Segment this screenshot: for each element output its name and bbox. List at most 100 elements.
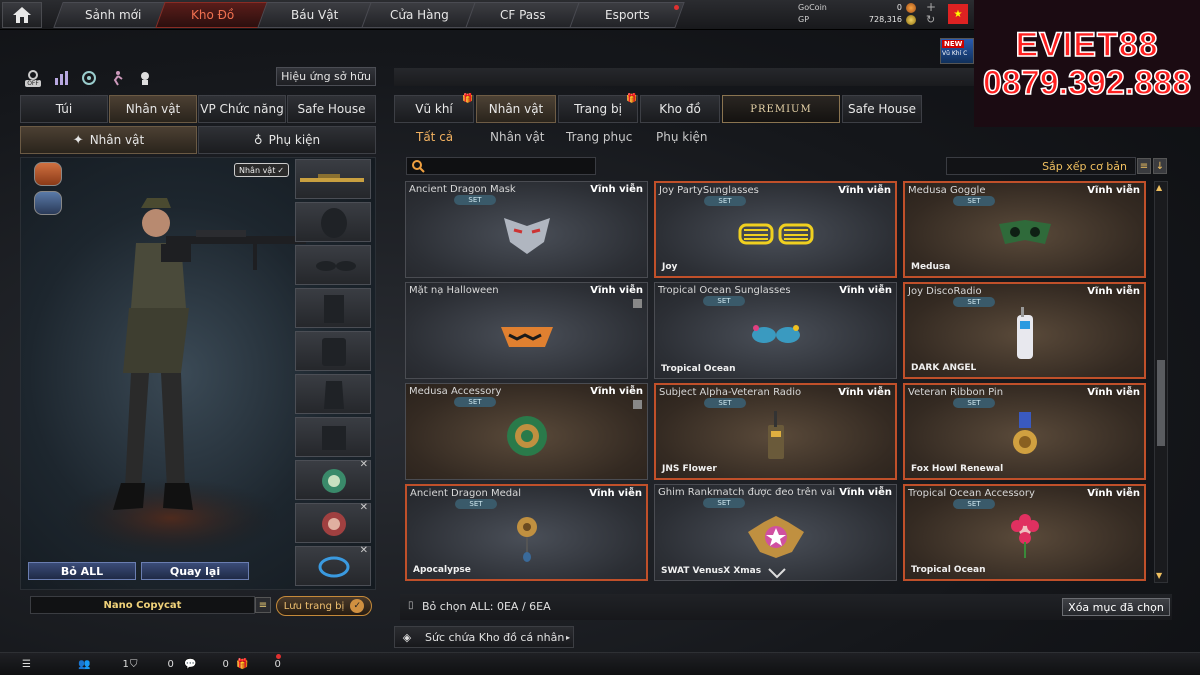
head-silhouette-icon [321,208,347,238]
filter-outfit[interactable]: Trang phục [566,128,632,146]
tab-storage[interactable]: Kho đồ [640,95,720,123]
glove-silhouette-icon [324,381,344,409]
slot-body[interactable] [295,288,371,328]
tab-function-items[interactable]: VP Chức năng [198,95,286,123]
item-duration: Vĩnh viễn [838,185,891,196]
trash-icon[interactable] [633,400,642,409]
slot-pants[interactable] [295,417,371,457]
slot-eyewear[interactable] [295,245,371,285]
friends-counter[interactable]: 👥 1 [78,655,129,673]
item-card[interactable]: Mặt nạ Halloween Vĩnh viễn [405,282,648,379]
gift-icon: 🎁 [462,94,474,104]
back-button[interactable]: Quay lại [141,562,249,580]
off-toggle[interactable]: OFF [23,68,43,88]
subtab-accessories[interactable]: ♁ Phụ kiện [198,126,376,154]
item-duration: Vĩnh viễn [839,487,892,498]
item-card[interactable]: Ghim Rankmatch được đeo trên vai Vĩnh vi… [654,484,897,581]
ad-overlay: EVIET88 0879.392.888 [974,0,1200,127]
set-badge: SET [454,195,496,205]
subtab-character[interactable]: ✦ Nhân vật [20,126,197,154]
item-list-scrollbar[interactable] [1154,181,1168,583]
character-view-icon[interactable] [135,68,155,88]
chevron-right-icon: ▸ [565,632,570,642]
gift-counter[interactable]: 🎁 0 [236,655,281,673]
set-badge: SET [703,498,745,508]
item-card[interactable]: Joy DiscoRadio Vĩnh viễn SET DARK ANGEL [903,282,1146,379]
nav-tab-shop[interactable]: Cửa Hàng [361,2,477,28]
filter-accessories[interactable]: Phụ kiện [656,128,708,146]
nickname-field: Nano Copycat [30,596,255,614]
chevron-down-icon[interactable] [767,567,787,579]
item-card[interactable]: Ancient Dragon Medal Vĩnh viễn SET Apoca… [405,484,648,581]
nav-tab-inventory[interactable]: Kho Đồ [155,2,271,28]
slot-back[interactable] [295,331,371,371]
trash-icon[interactable] [633,299,642,308]
item-card[interactable]: Medusa Accessory Vĩnh viễn SET [405,383,648,480]
sort-dropdown[interactable]: Sắp xếp cơ bản [946,157,1136,175]
nav-tab-esports[interactable]: Esports [569,2,685,28]
character-slot-1[interactable] [34,162,62,186]
item-card[interactable]: Medusa Goggle Vĩnh viễn SET Medusa [903,181,1146,278]
tab-right-safe-house[interactable]: Safe House [842,95,922,123]
search-box[interactable] [406,157,596,176]
item-card[interactable]: Tropical Ocean Sunglasses Vĩnh viễn SET … [654,282,897,379]
slot-weapon[interactable] [295,159,371,199]
item-duration: Vĩnh viễn [590,386,643,397]
character-slot-2[interactable] [34,191,62,215]
slot-head[interactable] [295,202,371,242]
disco-radio-icon [1016,307,1033,360]
scrollbar-thumb[interactable] [1157,360,1165,446]
remove-all-button[interactable]: Bỏ ALL [28,562,136,580]
tab-safe-house[interactable]: Safe House [287,95,376,123]
menu-icon[interactable]: ≡ [255,597,271,613]
sort-order-icon[interactable]: ↓ [1153,158,1167,174]
tab-right-character[interactable]: Nhân vật [476,95,556,123]
menu-list-icon[interactable]: ☰ [22,655,31,673]
item-card[interactable]: Ancient Dragon Mask Vĩnh viễn SET [405,181,648,278]
refresh-icon[interactable]: ↻ [926,13,935,26]
item-card[interactable]: Subject Alpha-Veteran Radio Vĩnh viễn SE… [654,383,897,480]
nav-tab-treasure[interactable]: Báu Vật [257,2,373,28]
scroll-down-icon[interactable]: ▼ [1156,571,1162,580]
slot-accessory-2[interactable]: ✕ [295,502,371,543]
slot-accessory-3[interactable]: ✕ [295,545,371,586]
item-card[interactable]: Tropical Ocean Accessory Vĩnh viễn SET T… [903,484,1146,581]
set-badge: SET [703,296,745,306]
slot-gloves[interactable] [295,374,371,414]
stats-icon[interactable] [51,68,71,88]
pose-icon[interactable] [107,68,127,88]
item-card[interactable]: Veteran Ribbon Pin Vĩnh viễn SET Fox How… [903,383,1146,480]
clan-counter[interactable]: ⛉ 0 [130,655,174,673]
item-duration: Vĩnh viễn [589,488,642,499]
slot-accessory-1[interactable]: ✕ [295,459,371,500]
chat-counter[interactable]: 💬 0 [184,655,229,673]
search-input[interactable] [427,158,596,176]
nav-tab-lobby[interactable]: Sảnh mới [53,2,173,28]
filter-character[interactable]: Nhân vật [490,128,545,146]
storage-capacity-label: Sức chứa Kho đồ cá nhân [425,630,565,644]
backpack-silhouette-icon [322,338,346,366]
owned-effects-button[interactable]: Hiệu ứng sở hữu [276,67,376,86]
nav-tab-cf-pass[interactable]: CF Pass [465,2,581,28]
remove-accessory-2-icon[interactable]: ✕ [360,502,368,513]
item-name: Ancient Dragon Medal [410,488,522,499]
rotate-icon[interactable] [79,68,99,88]
tab-premium[interactable]: PREMIUM [722,95,840,123]
storage-capacity-button[interactable]: ◈ Sức chứa Kho đồ cá nhân ▸ [394,626,574,648]
scroll-up-icon[interactable]: ▲ [1156,183,1162,192]
save-equipment-button[interactable]: Lưu trang bị ✓ [276,596,372,616]
remove-accessory-1-icon[interactable]: ✕ [360,459,368,470]
item-card[interactable]: Joy PartySunglasses Vĩnh viễn SET Joy [654,181,897,278]
remove-accessory-3-icon[interactable]: ✕ [360,545,368,556]
home-button[interactable] [2,2,42,28]
filter-all[interactable]: Tất cả [416,128,453,146]
item-name: Tropical Ocean Sunglasses [658,285,791,296]
add-currency-icon[interactable]: + [926,0,936,14]
item-name: Ghim Rankmatch được đeo trên vai [658,487,836,498]
tab-bag[interactable]: Túi [20,95,108,123]
new-weapon-banner[interactable]: NEW Vũ Khí C [940,38,974,64]
clear-selected-button[interactable]: Xóa mục đã chọn [1062,598,1170,616]
new-banner-text: Vũ Khí C [942,50,968,57]
tab-character[interactable]: Nhân vật [109,95,197,123]
list-view-icon[interactable]: ≡ [1137,158,1151,174]
